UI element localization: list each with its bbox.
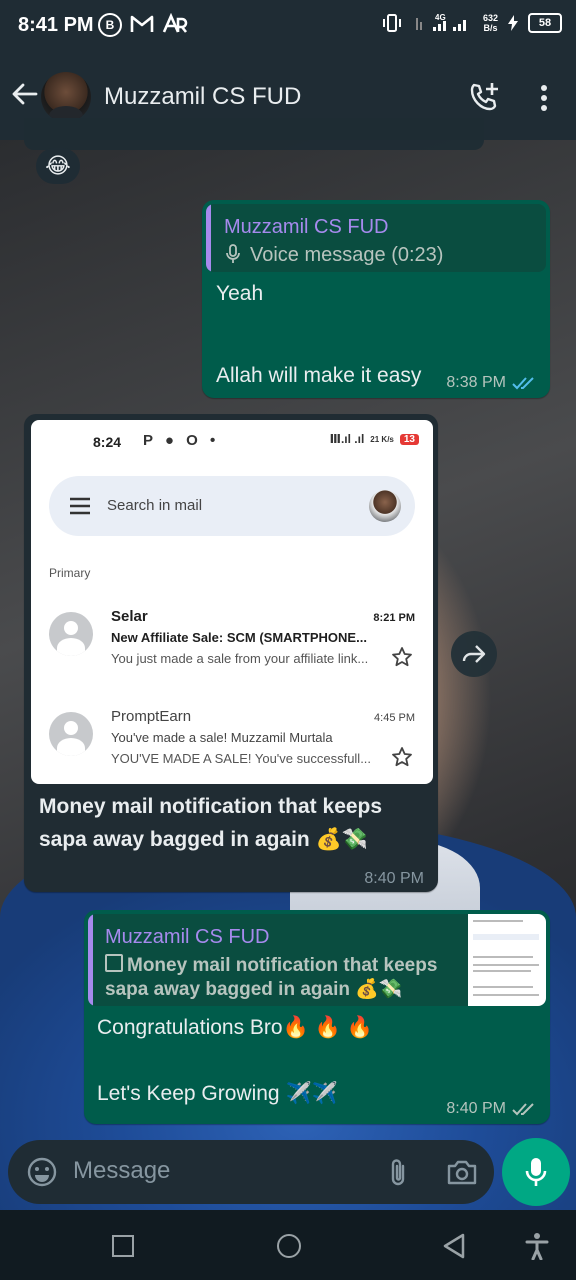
outgoing-message[interactable]: Muzzamil CS FUD Money mail notification … — [84, 910, 550, 1124]
quote-accent-bar — [206, 204, 211, 272]
emoji-icon[interactable] — [26, 1156, 58, 1188]
message-time: 8:40 PM — [364, 870, 424, 887]
speed-value: 632 — [482, 13, 498, 23]
network-speed: 632 B/s — [483, 13, 498, 33]
quote-sender: Muzzamil CS FUD — [224, 216, 389, 238]
home-button[interactable] — [277, 1234, 301, 1258]
message-meta: 8:40 PM — [364, 870, 424, 888]
gmail-account-avatar — [369, 490, 401, 522]
charging-icon — [508, 15, 518, 31]
gmail-search-placeholder: Search in mail — [107, 497, 203, 514]
email-subject: New Affiliate Sale: SCM (SMARTPHONE... — [111, 630, 367, 645]
image-caption: Money mail notification that keeps sapa … — [39, 795, 383, 851]
recent-apps-button[interactable] — [112, 1235, 134, 1257]
quoted-message[interactable]: Muzzamil CS FUD Money mail notification … — [88, 914, 546, 1006]
email-row: Selar 8:21 PM New Affiliate Sale: SCM (S… — [31, 602, 433, 698]
microphone-icon — [525, 1158, 547, 1186]
message-meta: 8:40 PM — [446, 1100, 538, 1118]
email-time: 8:21 PM — [373, 612, 415, 624]
email-sender: PromptEarn — [111, 708, 192, 725]
message-text-line: Congratulations Bro🔥 🔥 🔥 — [97, 1016, 373, 1039]
star-icon — [392, 647, 412, 667]
b-icon: B — [98, 13, 122, 37]
message-meta: 8:38 PM — [446, 374, 538, 392]
status-left-icons: B — [98, 13, 188, 37]
more-options-icon[interactable] — [536, 84, 552, 112]
signal-icon: 4G — [415, 13, 466, 31]
message-text-line: Let's Keep Growing ✈️✈️ — [97, 1082, 338, 1105]
add-call-icon[interactable] — [468, 81, 500, 113]
star-icon — [392, 747, 412, 767]
voice-record-button[interactable] — [502, 1138, 570, 1206]
microphone-icon — [226, 244, 240, 263]
message-time: 8:40 PM — [446, 1100, 506, 1117]
camera-icon[interactable] — [446, 1158, 478, 1186]
image-icon — [105, 954, 123, 972]
speed-unit: B/s — [483, 23, 498, 33]
ar-icon — [162, 13, 188, 33]
contact-avatar[interactable] — [41, 72, 91, 122]
forward-icon — [462, 645, 486, 663]
delivered-ticks-icon — [512, 1103, 534, 1116]
screenshot-status-time: 8:24 — [93, 434, 122, 450]
system-navigation-bar — [0, 1210, 576, 1280]
battery-indicator: 58 — [528, 13, 562, 33]
status-bar: 8:41 PM B 4G 632 B/s 58 — [0, 0, 576, 52]
quote-text: Voice message (0:23) — [250, 244, 444, 266]
sender-avatar-icon — [49, 712, 93, 756]
message-text-line: Allah will make it easy — [216, 364, 422, 387]
email-sender: Selar — [111, 608, 148, 625]
read-ticks-icon — [512, 377, 534, 390]
message-compose-bar[interactable]: Message — [8, 1140, 494, 1204]
screenshot-status-right: Ⅲ.ıl .ıl 21 K/s 13 — [330, 432, 419, 446]
screenshot-speed: 21 K/s — [370, 434, 394, 444]
quote-sender: Muzzamil CS FUD — [105, 926, 270, 948]
status-time: 8:41 PM — [18, 14, 94, 36]
gmail-section-label: Primary — [49, 566, 91, 580]
message-time: 8:38 PM — [446, 374, 506, 391]
message-text-line: Yeah — [216, 282, 264, 305]
accessibility-icon[interactable] — [524, 1232, 550, 1260]
quoted-message[interactable]: Muzzamil CS FUD Voice message (0:23) — [206, 204, 546, 272]
back-arrow-icon[interactable] — [10, 80, 38, 108]
hamburger-menu-icon — [70, 497, 90, 515]
shared-screenshot[interactable]: 8:24 P ● O • Ⅲ.ıl .ıl 21 K/s 13 Search i… — [31, 420, 433, 784]
email-preview: You just made a sale from your affiliate… — [111, 651, 369, 666]
email-time: 4:45 PM — [374, 712, 415, 724]
forward-button[interactable] — [451, 631, 497, 677]
outgoing-message[interactable]: Muzzamil CS FUD Voice message (0:23) Yea… — [202, 200, 550, 398]
quoted-image-thumbnail — [468, 914, 546, 1006]
email-row: PromptEarn 4:45 PM You've made a sale! M… — [31, 702, 433, 784]
svg-text:4G: 4G — [435, 13, 446, 22]
gmail-icon — [130, 15, 154, 32]
screenshot-status-icons: P ● O • — [143, 432, 220, 449]
attachment-icon[interactable] — [386, 1156, 410, 1188]
quote-accent-bar — [88, 914, 93, 1006]
email-subject: You've made a sale! Muzzamil Murtala — [111, 730, 333, 745]
contact-name[interactable]: Muzzamil CS FUD — [104, 83, 301, 111]
message-input[interactable]: Message — [73, 1157, 170, 1185]
quote-text-container: Money mail notification that keeps sapa … — [105, 954, 461, 1002]
vibrate-icon — [382, 14, 401, 32]
screenshot-signal: Ⅲ.ıl .ıl — [329, 432, 365, 446]
system-back-button[interactable] — [442, 1233, 466, 1259]
incoming-image-message[interactable]: 8:24 P ● O • Ⅲ.ıl .ıl 21 K/s 13 Search i… — [24, 414, 438, 892]
status-right-icons: 4G 632 B/s 58 — [381, 12, 562, 34]
reaction-emoji[interactable]: 😂 — [36, 148, 80, 184]
previous-message-partial — [24, 118, 484, 150]
quote-text: Money mail notification that keeps sapa … — [105, 955, 438, 1000]
email-preview: YOU'VE MADE A SALE! You've successfull..… — [111, 751, 372, 766]
sender-avatar-icon — [49, 612, 93, 656]
gmail-search-bar: Search in mail — [49, 476, 415, 536]
screenshot-battery: 13 — [399, 433, 419, 445]
